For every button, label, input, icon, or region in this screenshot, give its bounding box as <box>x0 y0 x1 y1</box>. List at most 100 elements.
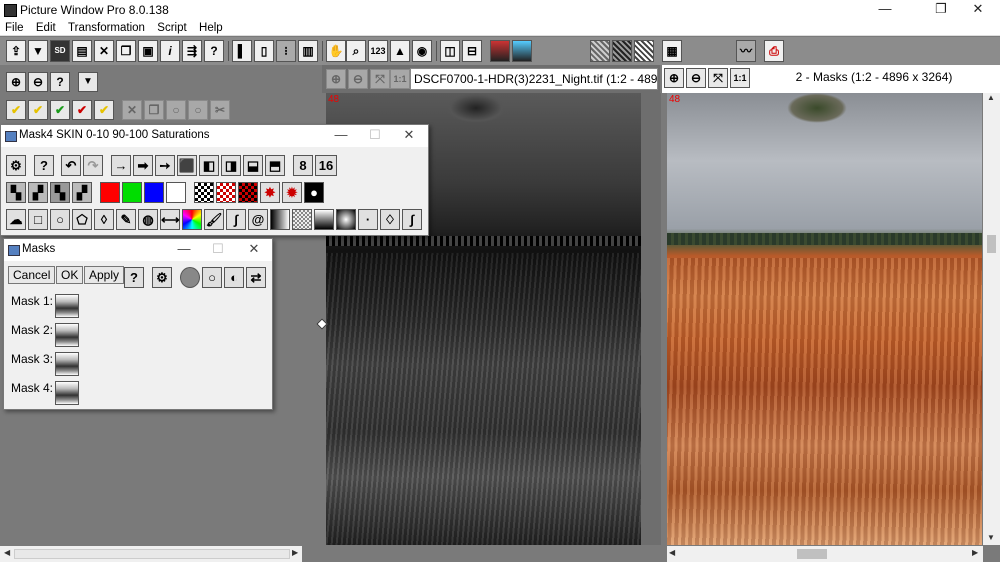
right-scroll-left-icon[interactable]: ◀ <box>669 548 675 557</box>
color-red-swatch[interactable] <box>100 182 120 203</box>
gradient-vertical-icon[interactable] <box>314 209 334 230</box>
printer-icon[interactable]: ⎙ <box>764 40 784 62</box>
count-icon[interactable]: 123 <box>368 40 388 62</box>
ok-button[interactable]: OK <box>56 266 84 284</box>
mask-circle-half-icon[interactable]: ◐ <box>224 267 244 288</box>
close-image-icon[interactable]: ✕ <box>94 40 114 62</box>
scissors-disabled-icon[interactable]: ✂ <box>210 100 230 120</box>
minimize-button[interactable]: — <box>862 0 908 20</box>
ellipse-icon[interactable]: ○ <box>50 209 70 230</box>
mask-blend-icon-4[interactable]: ▞ <box>72 182 92 203</box>
blob-shape-icon[interactable]: ♢ <box>380 209 400 230</box>
color-wheel-icon[interactable] <box>182 209 202 230</box>
rectangle-icon[interactable]: □ <box>28 209 48 230</box>
pattern-icon-1[interactable] <box>590 40 610 62</box>
masks-help-icon[interactable]: ? <box>124 267 144 288</box>
airbrush-icon[interactable]: ◍ <box>138 209 158 230</box>
zoom-out-icon[interactable]: ⊖ <box>28 72 48 92</box>
copy-icon[interactable]: ❐ <box>116 40 136 62</box>
check-green-icon[interactable]: ✔ <box>50 100 70 120</box>
histogram-icon[interactable]: ▲ <box>390 40 410 62</box>
masks-maximize[interactable]: ☐ <box>200 241 236 257</box>
circle-black-icon[interactable]: ● <box>304 182 324 203</box>
menu-file[interactable]: File <box>5 21 24 35</box>
help-icon[interactable]: ? <box>204 40 224 62</box>
dropdown-icon[interactable]: ▼ <box>78 72 98 92</box>
mask-circle-white-icon[interactable]: ○ <box>202 267 222 288</box>
brush-blob-icon[interactable]: ☁ <box>6 209 26 230</box>
right-zoom-out-icon[interactable]: ⊖ <box>686 68 706 88</box>
right-one-to-one-button[interactable]: 1:1 <box>730 68 750 88</box>
left-one-to-one-button[interactable]: 1:1 <box>390 69 410 89</box>
save-icon[interactable]: ▼ <box>28 40 48 62</box>
texture-icon[interactable] <box>292 209 312 230</box>
hand-icon[interactable]: ✋ <box>326 40 346 62</box>
view-full-icon[interactable]: ▯ <box>254 40 274 62</box>
view-split-icon[interactable]: ▥ <box>298 40 318 62</box>
right-zoom-in-icon[interactable]: ⊕ <box>664 68 684 88</box>
right-scroll-right-icon[interactable]: ▶ <box>972 548 978 557</box>
mask-shape-icon[interactable]: ⬛ <box>177 155 197 176</box>
mask-blend-icon-3[interactable]: ▚ <box>50 182 70 203</box>
copy-disabled-icon[interactable]: ❐ <box>144 100 164 120</box>
polygon-icon[interactable]: ⬠ <box>72 209 92 230</box>
spiral-icon[interactable]: @ <box>248 209 268 230</box>
left-horizontal-scrollbar[interactable]: ◀ ▶ <box>0 546 302 562</box>
mask-circle-gray-icon[interactable] <box>180 267 200 288</box>
grid-icon[interactable]: ▦ <box>662 40 682 62</box>
masks-close[interactable]: ✕ <box>236 241 272 257</box>
properties-icon[interactable]: ⇶ <box>182 40 202 62</box>
mask-editor-close[interactable]: ✕ <box>391 127 427 143</box>
arrow-right-bold-icon[interactable]: ➡ <box>133 155 153 176</box>
color-white-swatch[interactable] <box>166 182 186 203</box>
left-scroll-left-icon[interactable]: ◀ <box>4 548 10 557</box>
star-red-icon-2[interactable]: ✹ <box>282 182 302 203</box>
check-double-yellow-icon[interactable]: ✔ <box>94 100 114 120</box>
mask-blend-icon-1[interactable]: ▚ <box>6 182 26 203</box>
gradient-cyan-icon[interactable] <box>512 40 532 62</box>
view-dots-icon[interactable]: ⁝ <box>276 40 296 62</box>
paintbrush-icon[interactable]: 🖌 <box>204 209 224 230</box>
help-icon-2[interactable]: ? <box>50 72 70 92</box>
half-white-icon[interactable]: ◨ <box>221 155 241 176</box>
menu-script[interactable]: Script <box>157 21 186 35</box>
apply-button[interactable]: Apply <box>84 266 125 284</box>
mask-editor-minimize[interactable]: — <box>323 127 359 142</box>
top-bottom-icon[interactable]: ⊟ <box>462 40 482 62</box>
bit-depth-16-button[interactable]: 16 <box>315 155 337 176</box>
freehand-icon[interactable]: ◊ <box>94 209 114 230</box>
dot-icon[interactable]: · <box>358 209 378 230</box>
swap-icon[interactable]: ⇄ <box>246 267 266 288</box>
checker-icon-3[interactable] <box>238 182 258 203</box>
pattern-icon-3[interactable] <box>634 40 654 62</box>
checker-icon-2[interactable] <box>216 182 236 203</box>
pen-icon[interactable]: ✎ <box>116 209 136 230</box>
undo-icon[interactable]: ↶ <box>61 155 81 176</box>
scroll-down-icon[interactable]: ▼ <box>987 533 995 542</box>
arrow-right-gray-icon[interactable]: ➙ <box>155 155 175 176</box>
mask-4-thumbnail[interactable] <box>55 381 79 405</box>
curve-icon[interactable]: ∫ <box>226 209 246 230</box>
line-icon[interactable]: ⟷ <box>160 209 180 230</box>
close-button[interactable]: ✕ <box>955 0 1000 20</box>
right-vertical-scrollbar[interactable]: ▲ ▼ <box>983 93 1000 545</box>
left-zoom-out-icon[interactable]: ⊖ <box>348 69 368 89</box>
mask-2-thumbnail[interactable] <box>55 323 79 347</box>
view-left-icon[interactable]: ▌ <box>232 40 252 62</box>
palette-icon[interactable]: ◉ <box>412 40 432 62</box>
check-multi-yellow-icon[interactable]: ✔ <box>28 100 48 120</box>
zoom-in-icon[interactable]: ⊕ <box>6 72 26 92</box>
top-half-icon[interactable]: ⬒ <box>265 155 285 176</box>
menu-help[interactable]: Help <box>199 21 223 35</box>
save-sd-icon[interactable]: SD <box>50 40 70 62</box>
scroll-up-icon[interactable]: ▲ <box>987 93 995 102</box>
gradient-radial-icon[interactable] <box>336 209 356 230</box>
right-image-canvas[interactable]: 48 <box>667 93 982 545</box>
masks-minimize[interactable]: — <box>166 241 202 256</box>
circle-disabled-icon-1[interactable]: ○ <box>166 100 186 120</box>
masks-gear-icon[interactable]: ⚙ <box>152 267 172 288</box>
color-green-swatch[interactable] <box>122 182 142 203</box>
redo-icon[interactable]: ↷ <box>83 155 103 176</box>
check-yellow-icon[interactable]: ✔ <box>6 100 26 120</box>
circle-disabled-icon-2[interactable]: ○ <box>188 100 208 120</box>
